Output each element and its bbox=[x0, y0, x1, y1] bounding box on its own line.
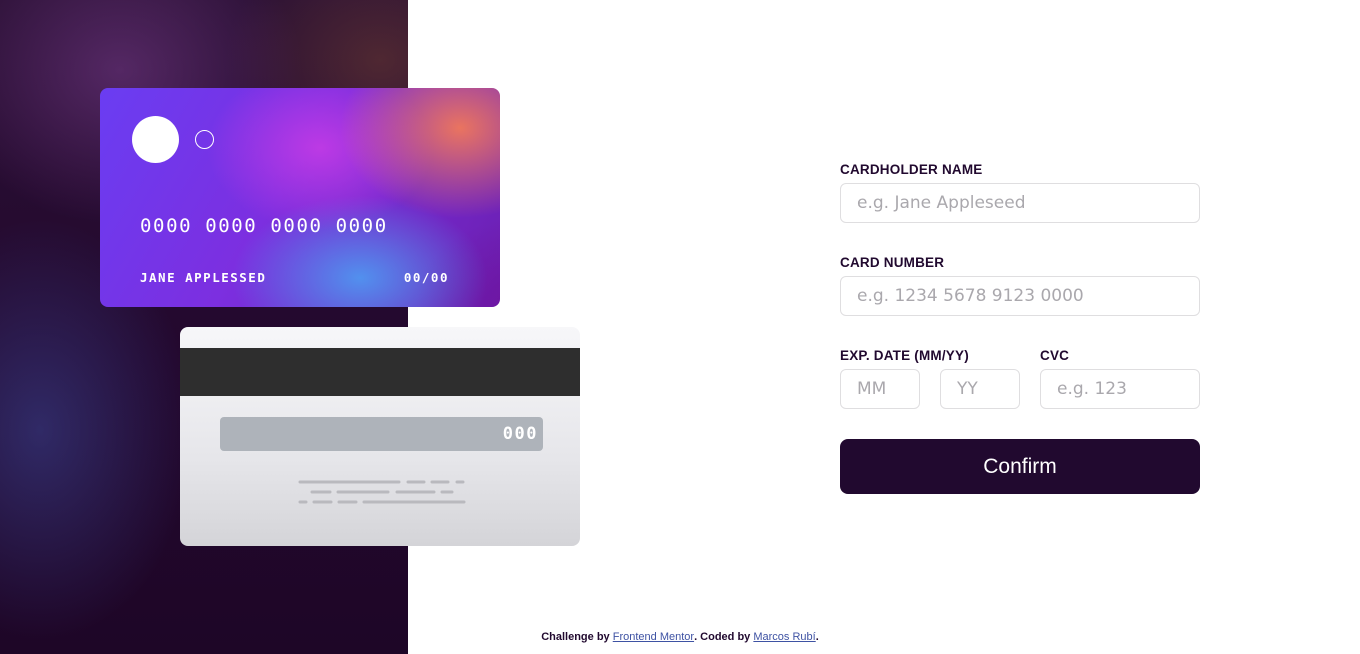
confirm-button[interactable]: Confirm bbox=[840, 439, 1200, 494]
exp-date-label: EXP. DATE (MM/YY) bbox=[840, 348, 969, 363]
card-number-label: CARD NUMBER bbox=[840, 255, 945, 270]
exp-year-input[interactable] bbox=[940, 369, 1020, 409]
card-back: 000 bbox=[180, 327, 580, 546]
page: 0000 0000 0000 0000 JANE APPLESSED 00/00… bbox=[0, 0, 1360, 654]
attribution-suffix: . bbox=[815, 631, 819, 643]
cvc-label: CVC bbox=[1040, 348, 1070, 363]
card-expiry-display: 00/00 bbox=[403, 270, 449, 285]
frontend-mentor-link[interactable]: Frontend Mentor bbox=[613, 631, 694, 643]
card-cvc-display: 000 bbox=[502, 424, 538, 444]
card-number-display: 0000 0000 0000 0000 bbox=[140, 215, 388, 237]
attribution-prefix: Challenge by bbox=[541, 631, 610, 643]
exp-month-input[interactable] bbox=[840, 369, 920, 409]
cardholder-name-input[interactable] bbox=[840, 183, 1200, 223]
attribution-middle: . Coded by bbox=[694, 631, 751, 643]
card-logo-filled-circle-icon bbox=[132, 116, 179, 163]
card-back-fine-print-lines bbox=[298, 480, 466, 504]
card-logo-outline-circle-icon bbox=[195, 130, 214, 149]
magnetic-strip bbox=[180, 348, 580, 396]
attribution: Challenge by Frontend Mentor. Coded by M… bbox=[0, 631, 1360, 643]
signature-strip: 000 bbox=[220, 417, 543, 451]
cardholder-name-display: JANE APPLESSED bbox=[140, 270, 267, 285]
card-front: 0000 0000 0000 0000 JANE APPLESSED 00/00 bbox=[100, 88, 500, 307]
cardholder-name-label: CARDHOLDER NAME bbox=[840, 162, 983, 177]
card-number-input[interactable] bbox=[840, 276, 1200, 316]
cvc-input[interactable] bbox=[1040, 369, 1200, 409]
author-link[interactable]: Marcos Rubí bbox=[753, 631, 815, 643]
